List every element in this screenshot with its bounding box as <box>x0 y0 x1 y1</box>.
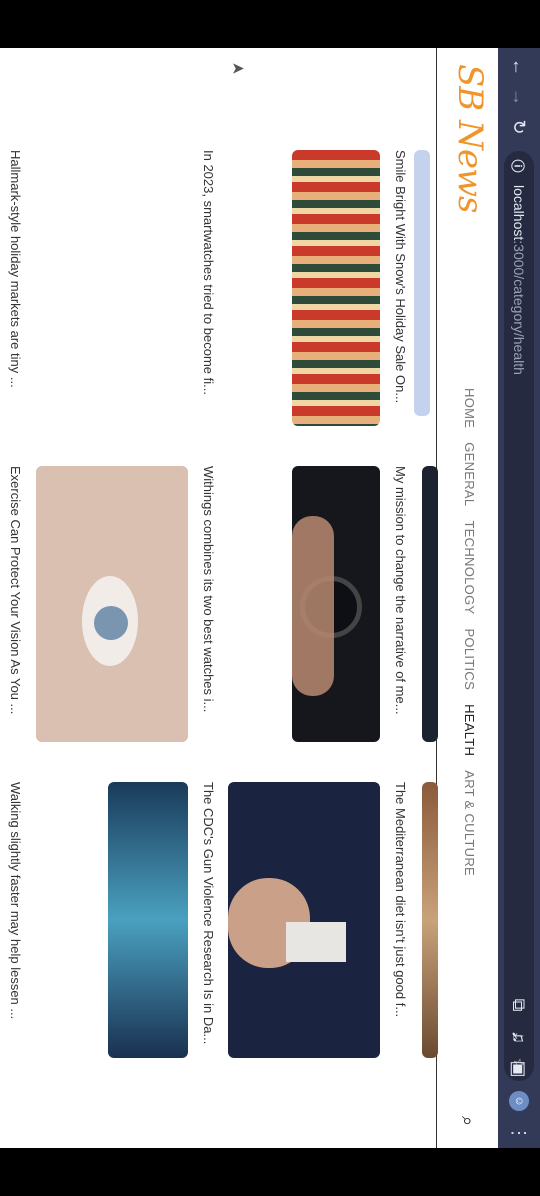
reload-icon[interactable]: ↻ <box>504 112 534 142</box>
back-icon[interactable]: ← <box>504 52 534 82</box>
nav-art-culture[interactable]: ART & CULTURE <box>462 770 477 876</box>
collar-shape <box>286 922 346 962</box>
menu-icon[interactable]: ⋮ <box>504 1118 534 1148</box>
profile-avatar[interactable]: ☺ <box>504 1086 534 1116</box>
article-image-portrait[interactable] <box>228 782 380 1058</box>
pointer-cursor-icon: ➤ <box>231 60 245 78</box>
hand-shape <box>292 516 334 696</box>
extensions-icon[interactable]: ⧉ <box>504 990 534 1020</box>
media-icon[interactable]: ♫ <box>504 1022 534 1052</box>
article-title[interactable]: Withings combines its two best watches i… <box>201 466 216 742</box>
nav-general[interactable]: GENERAL <box>462 442 477 506</box>
iris-shape <box>94 606 128 640</box>
article-title[interactable]: Smile Bright With Snow's Holiday Sale On… <box>393 150 408 426</box>
sidepanel-icon[interactable]: ▣ <box>504 1054 534 1084</box>
site-logo[interactable]: SB News <box>450 64 490 213</box>
article-image-city[interactable] <box>108 782 188 1058</box>
nav-health[interactable]: HEALTH <box>462 704 477 756</box>
rotated-screen: ← → ↻ ⓘ localhost:3000/category/health ⤓… <box>0 0 540 1196</box>
article-title[interactable]: Walking slightly faster may help lessen … <box>8 782 23 1058</box>
article-image-market[interactable] <box>292 150 380 426</box>
web-page: SB News HOME GENERAL TECHNOLOGY POLITICS… <box>0 48 498 1148</box>
article-title[interactable]: Exercise Can Protect Your Vision As You … <box>8 466 23 742</box>
article-image-food-partial[interactable] <box>422 782 438 1058</box>
nav-home[interactable]: HOME <box>462 388 477 428</box>
browser-toolbar: ← → ↻ ⓘ localhost:3000/category/health ⤓… <box>498 48 540 1148</box>
article-title[interactable]: In 2023, smartwatches tried to become fi… <box>201 150 216 426</box>
url-text[interactable]: localhost:3000/category/health <box>511 185 527 375</box>
site-navbar: SB News HOME GENERAL TECHNOLOGY POLITICS… <box>436 48 498 1148</box>
nav-politics[interactable]: POLITICS <box>462 628 477 690</box>
article-title[interactable]: The CDC's Gun Violence Research Is in Da… <box>201 782 216 1058</box>
forward-icon[interactable]: → <box>504 82 534 112</box>
card-image-highlight <box>414 150 430 416</box>
article-image-dark-partial[interactable] <box>422 466 438 742</box>
search-icon[interactable]: ⌕ <box>457 1116 478 1126</box>
site-info-icon[interactable]: ⓘ <box>508 155 530 177</box>
article-title[interactable]: My mission to change the narrative of me… <box>393 466 408 742</box>
address-bar[interactable]: ⓘ localhost:3000/category/health ⤓ ☆ <box>504 151 534 1081</box>
nav-technology[interactable]: TECHNOLOGY <box>462 520 477 614</box>
article-image-eye[interactable] <box>36 466 188 742</box>
article-image-smartwatch[interactable] <box>292 466 380 742</box>
article-title[interactable]: Hallmark-style holiday markets are tiny … <box>8 150 23 426</box>
site-nav: HOME GENERAL TECHNOLOGY POLITICS HEALTH … <box>462 388 477 876</box>
article-title[interactable]: The Mediterranean diet isn't just good f… <box>393 782 408 1058</box>
